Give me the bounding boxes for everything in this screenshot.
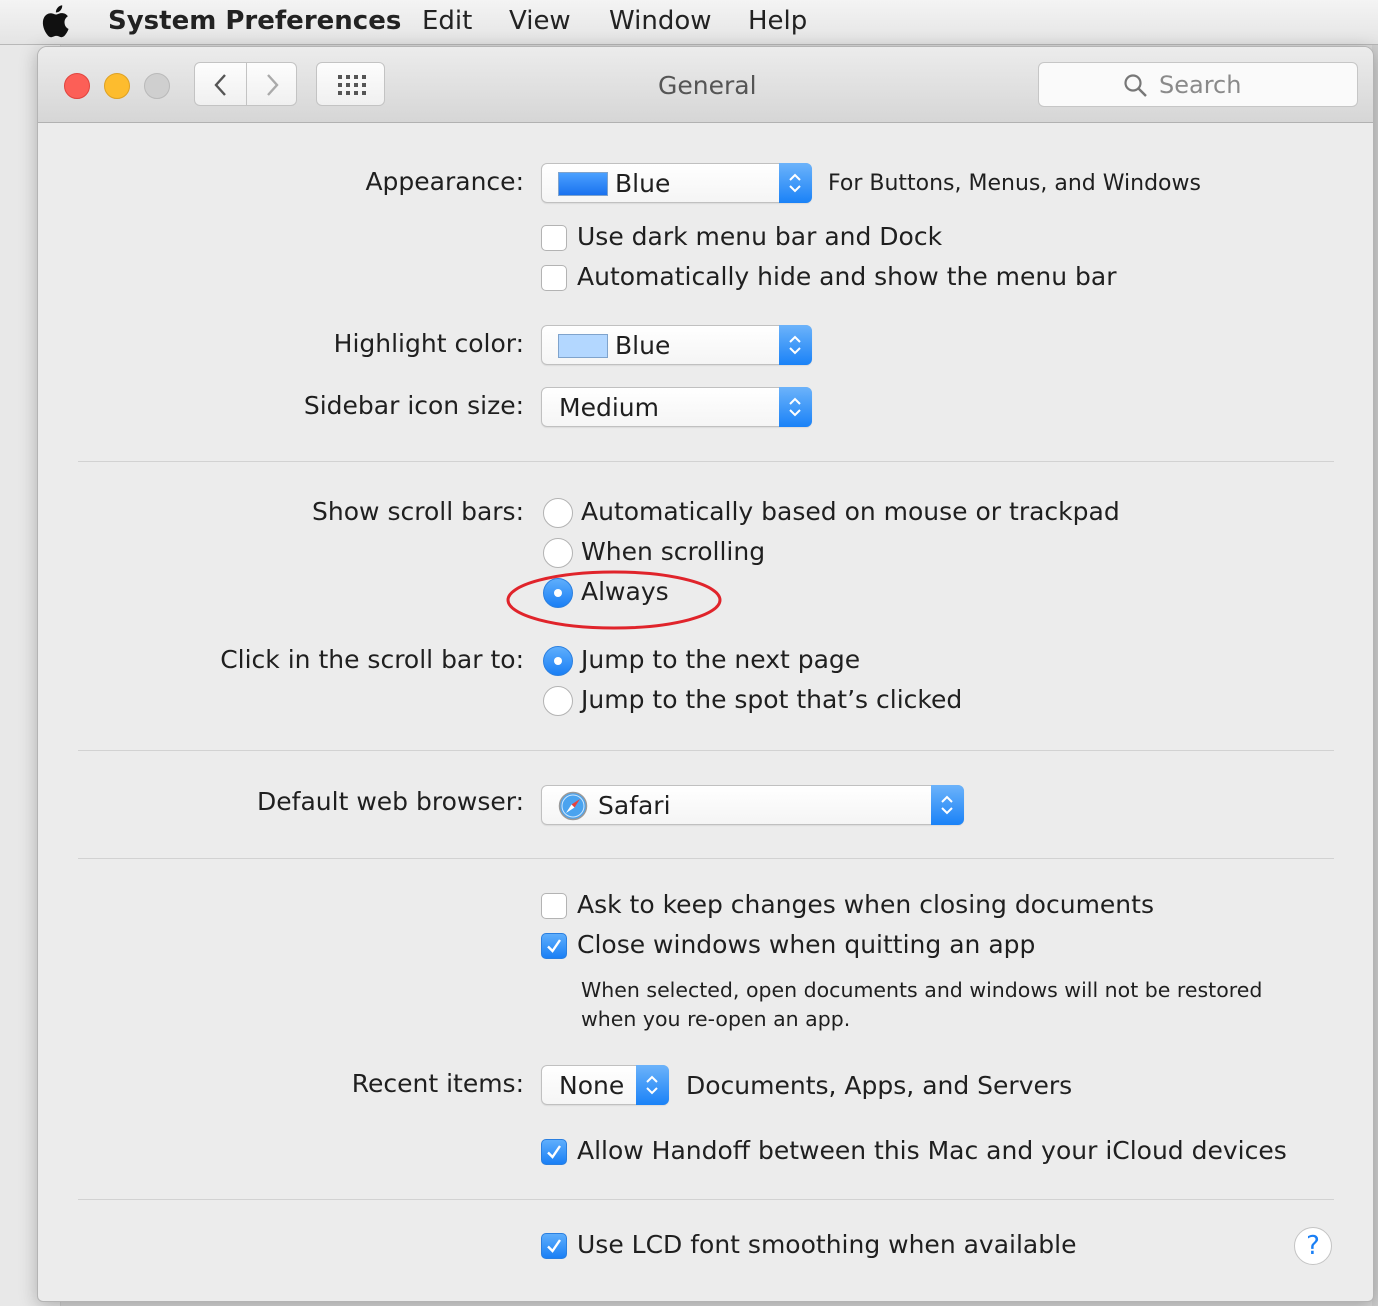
back-button[interactable] <box>194 62 247 106</box>
popup-arrows-icon <box>931 785 964 825</box>
recent-items-note: Documents, Apps, and Servers <box>686 1071 1073 1100</box>
scroll-click-next-page-radio[interactable] <box>543 646 573 676</box>
menu-help[interactable]: Help <box>748 6 807 36</box>
ask-keep-changes-label[interactable]: Ask to keep changes when closing documen… <box>577 890 1154 919</box>
scroll-bars-auto-radio[interactable] <box>543 498 573 528</box>
minimize-button[interactable] <box>104 73 130 99</box>
appearance-popup[interactable]: Blue <box>541 163 812 203</box>
recent-items-value: None <box>559 1071 625 1100</box>
close-windows-label[interactable]: Close windows when quitting an app <box>577 930 1035 959</box>
safari-icon <box>558 791 588 821</box>
menu-app-name[interactable]: System Preferences <box>108 6 401 36</box>
scroll-click-spot-label[interactable]: Jump to the spot that’s clicked <box>581 685 962 714</box>
ask-keep-changes-checkbox[interactable] <box>541 893 567 919</box>
zoom-button[interactable] <box>144 73 170 99</box>
help-button[interactable]: ? <box>1294 1227 1332 1265</box>
preferences-window: General Search Appearance: Blue For Butt… <box>37 46 1374 1302</box>
default-browser-popup[interactable]: Safari <box>541 785 964 825</box>
appearance-label: Appearance: <box>365 167 524 196</box>
checkmark-icon <box>547 1145 561 1159</box>
grid-icon <box>338 75 366 95</box>
separator <box>78 1199 1334 1200</box>
annotation-ellipse <box>506 570 722 630</box>
menu-view[interactable]: View <box>509 6 571 36</box>
show-scroll-bars-label: Show scroll bars: <box>312 497 524 526</box>
separator <box>78 858 1334 859</box>
appearance-note: For Buttons, Menus, and Windows <box>828 171 1201 196</box>
checkmark-icon <box>547 939 561 953</box>
scroll-click-next-page-label[interactable]: Jump to the next page <box>581 645 860 674</box>
highlight-color-popup[interactable]: Blue <box>541 325 812 365</box>
handoff-checkbox[interactable] <box>541 1139 567 1165</box>
recent-items-label: Recent items: <box>351 1069 524 1098</box>
scroll-bars-when-scrolling-label[interactable]: When scrolling <box>581 537 765 566</box>
auto-hide-menu-bar-label[interactable]: Automatically hide and show the menu bar <box>577 262 1117 291</box>
highlight-color-label: Highlight color: <box>333 329 524 358</box>
scroll-bars-when-scrolling-radio[interactable] <box>543 538 573 568</box>
lcd-smoothing-checkbox[interactable] <box>541 1233 567 1259</box>
separator <box>78 750 1334 751</box>
sidebar-icon-size-value: Medium <box>559 393 659 422</box>
dark-menu-bar-label[interactable]: Use dark menu bar and Dock <box>577 222 942 251</box>
dark-menu-bar-checkbox[interactable] <box>541 225 567 251</box>
click-scroll-bar-label: Click in the scroll bar to: <box>220 645 524 674</box>
chevron-right-icon <box>267 74 279 96</box>
menu-bar: System Preferences Edit View Window Help <box>0 0 1378 45</box>
popup-arrows-icon <box>636 1065 669 1105</box>
chevron-left-icon <box>214 74 226 96</box>
search-icon <box>1124 74 1147 97</box>
window-title: General <box>658 71 757 100</box>
popup-arrows-icon <box>779 325 812 365</box>
search-placeholder: Search <box>1159 71 1242 99</box>
highlight-color-value: Blue <box>615 331 671 360</box>
default-browser-value: Safari <box>598 791 671 820</box>
forward-button[interactable] <box>246 62 297 106</box>
menu-window[interactable]: Window <box>609 6 712 36</box>
appearance-swatch <box>558 172 608 196</box>
sidebar-icon-size-label: Sidebar icon size: <box>303 391 524 420</box>
show-all-button[interactable] <box>316 62 385 106</box>
close-windows-note-line1: When selected, open documents and window… <box>581 978 1263 1002</box>
close-button[interactable] <box>64 73 90 99</box>
lcd-smoothing-label[interactable]: Use LCD font smoothing when available <box>577 1230 1076 1259</box>
menu-edit[interactable]: Edit <box>422 6 472 36</box>
apple-icon[interactable] <box>40 4 70 38</box>
sidebar-icon-size-popup[interactable]: Medium <box>541 387 812 427</box>
close-windows-note-line2: when you re-open an app. <box>581 1007 851 1031</box>
title-bar: General Search <box>38 47 1373 123</box>
highlight-swatch <box>558 334 608 358</box>
scroll-bars-auto-label[interactable]: Automatically based on mouse or trackpad <box>581 497 1120 526</box>
appearance-value: Blue <box>615 169 671 198</box>
popup-arrows-icon <box>779 387 812 427</box>
popup-arrows-icon <box>779 163 812 203</box>
checkmark-icon <box>547 1239 561 1253</box>
recent-items-popup[interactable]: None <box>541 1065 669 1105</box>
default-browser-label: Default web browser: <box>257 787 524 816</box>
scroll-click-spot-radio[interactable] <box>543 686 573 716</box>
separator <box>78 461 1334 462</box>
handoff-label[interactable]: Allow Handoff between this Mac and your … <box>577 1136 1287 1165</box>
close-windows-checkbox[interactable] <box>541 933 567 959</box>
search-field[interactable]: Search <box>1038 62 1358 107</box>
auto-hide-menu-bar-checkbox[interactable] <box>541 265 567 291</box>
